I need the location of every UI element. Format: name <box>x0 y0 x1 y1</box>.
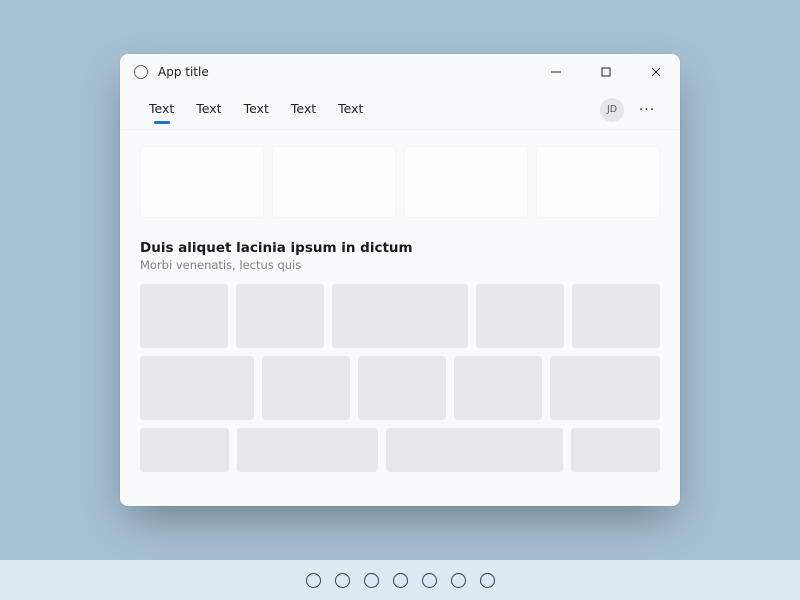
tile[interactable] <box>454 356 542 420</box>
content-area: Duis aliquet lacinia ipsum in dictum Mor… <box>120 130 680 506</box>
avatar[interactable]: JD <box>600 98 624 122</box>
taskbar-icon[interactable] <box>480 573 495 588</box>
tile[interactable] <box>571 428 660 472</box>
section-title: Duis aliquet lacinia ipsum in dictum <box>140 240 660 256</box>
hero-card[interactable] <box>404 146 528 218</box>
tab-3[interactable]: Text <box>282 93 325 126</box>
more-button[interactable]: ··· <box>634 97 660 123</box>
hero-card[interactable] <box>272 146 396 218</box>
tab-strip: Text Text Text Text Text JD ··· <box>120 90 680 130</box>
more-icon: ··· <box>639 102 655 118</box>
maximize-button[interactable] <box>586 56 626 88</box>
tile[interactable] <box>572 284 660 348</box>
taskbar-icon[interactable] <box>393 573 408 588</box>
tab-2[interactable]: Text <box>235 93 278 126</box>
tile-grid <box>140 284 660 472</box>
taskbar-icon[interactable] <box>422 573 437 588</box>
taskbar-icon[interactable] <box>335 573 350 588</box>
tab-1[interactable]: Text <box>187 93 230 126</box>
minimize-button[interactable] <box>536 56 576 88</box>
tile[interactable] <box>236 284 324 348</box>
tile-row <box>140 356 660 420</box>
minimize-icon <box>551 67 561 77</box>
tab-4[interactable]: Text <box>329 93 372 126</box>
close-button[interactable] <box>636 56 676 88</box>
tile[interactable] <box>550 356 660 420</box>
tile[interactable] <box>262 356 350 420</box>
app-icon <box>134 65 148 79</box>
taskbar-icon[interactable] <box>451 573 466 588</box>
hero-row <box>140 146 660 218</box>
tile[interactable] <box>332 284 468 348</box>
titlebar: App title <box>120 54 680 90</box>
tile[interactable] <box>140 284 228 348</box>
taskbar-icon[interactable] <box>364 573 379 588</box>
tile[interactable] <box>140 356 254 420</box>
tile[interactable] <box>476 284 564 348</box>
taskbar-icon[interactable] <box>306 573 321 588</box>
maximize-icon <box>601 67 611 77</box>
tile-row <box>140 284 660 348</box>
app-window: App title Text Text Text Text Text JD ··… <box>120 54 680 506</box>
tile[interactable] <box>237 428 379 472</box>
tab-0[interactable]: Text <box>140 93 183 126</box>
tile-row <box>140 428 660 472</box>
window-title: App title <box>158 65 526 79</box>
taskbar <box>0 560 800 600</box>
section-subtitle: Morbi venenatis, lectus quis <box>140 258 660 272</box>
close-icon <box>651 67 661 77</box>
tile[interactable] <box>358 356 446 420</box>
tile[interactable] <box>386 428 563 472</box>
tile[interactable] <box>140 428 229 472</box>
hero-card[interactable] <box>536 146 660 218</box>
hero-card[interactable] <box>140 146 264 218</box>
